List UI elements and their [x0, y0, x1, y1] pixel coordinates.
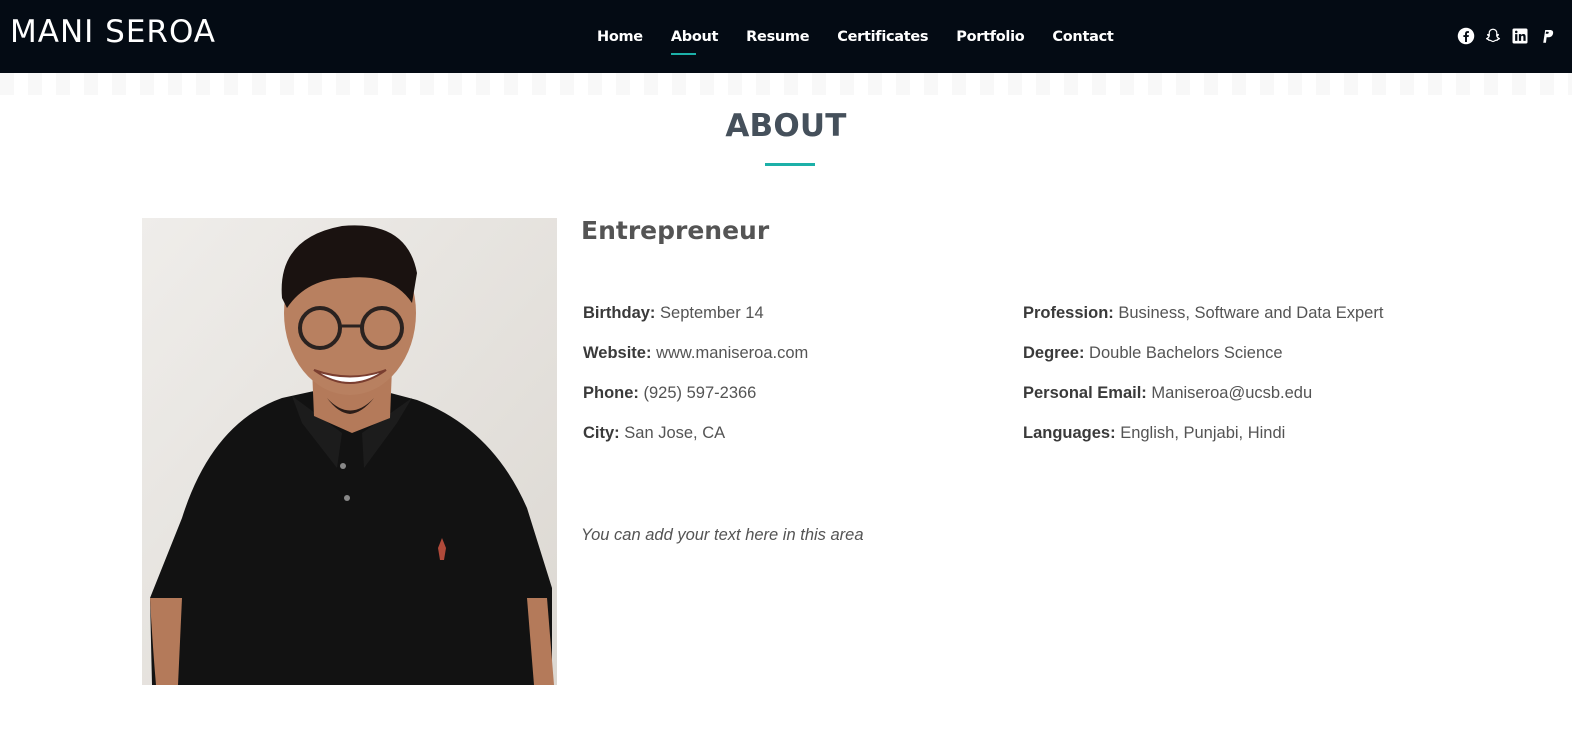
city-value: San Jose, CA	[624, 424, 726, 442]
nav-contact[interactable]: Contact	[1052, 29, 1113, 45]
facebook-icon[interactable]	[1457, 27, 1475, 45]
snapchat-icon[interactable]	[1484, 27, 1502, 45]
profession-row: Profession: Business, Software and Data …	[1023, 304, 1383, 344]
languages-value: English, Punjabi, Hindi	[1120, 424, 1286, 442]
phone-value[interactable]: (925) 597-2366	[644, 384, 757, 402]
degree-row: Degree: Double Bachelors Science	[1023, 344, 1383, 384]
about-note: You can add your text here in this area	[581, 526, 864, 544]
nav-home[interactable]: Home	[597, 29, 643, 45]
header-shadow	[0, 73, 1572, 95]
website-value[interactable]: www.maniseroa.com	[656, 344, 808, 362]
profession-value: Business, Software and Data Expert	[1118, 304, 1384, 322]
role-heading: Entrepreneur	[581, 216, 770, 245]
languages-row: Languages: English, Punjabi, Hindi	[1023, 424, 1383, 464]
languages-label: Languages:	[1023, 424, 1116, 442]
birthday-label: Birthday:	[583, 304, 656, 322]
details-right: Profession: Business, Software and Data …	[1023, 304, 1383, 464]
paypal-icon[interactable]	[1538, 27, 1556, 45]
degree-label: Degree:	[1023, 344, 1085, 362]
nav-certificates[interactable]: Certificates	[837, 29, 928, 45]
email-row: Personal Email: Maniseroa@ucsb.edu	[1023, 384, 1383, 424]
site-logo[interactable]: MANI SEROA	[10, 14, 216, 50]
social-links	[1457, 27, 1556, 45]
city-row: City: San Jose, CA	[583, 424, 808, 464]
website-label: Website:	[583, 344, 652, 362]
email-value[interactable]: Maniseroa@ucsb.edu	[1151, 384, 1312, 402]
degree-value: Double Bachelors Science	[1089, 344, 1283, 362]
section-title: ABOUT	[725, 108, 847, 144]
website-row: Website: www.maniseroa.com	[583, 344, 808, 384]
linkedin-icon[interactable]	[1511, 27, 1529, 45]
birthday-value: September 14	[660, 304, 764, 322]
title-underline	[765, 163, 815, 166]
details-left: Birthday: September 14 Website: www.mani…	[583, 304, 808, 464]
city-label: City:	[583, 424, 620, 442]
site-header: MANI SEROA Home About Resume Certificate…	[0, 0, 1572, 73]
birthday-row: Birthday: September 14	[583, 304, 808, 344]
profile-photo	[142, 218, 557, 685]
phone-label: Phone:	[583, 384, 639, 402]
nav-portfolio[interactable]: Portfolio	[956, 29, 1024, 45]
nav-resume[interactable]: Resume	[746, 29, 809, 45]
email-label: Personal Email:	[1023, 384, 1147, 402]
main-nav: Home About Resume Certificates Portfolio…	[597, 0, 1114, 73]
profession-label: Profession:	[1023, 304, 1114, 322]
nav-about[interactable]: About	[670, 29, 718, 55]
phone-row: Phone: (925) 597-2366	[583, 384, 808, 424]
